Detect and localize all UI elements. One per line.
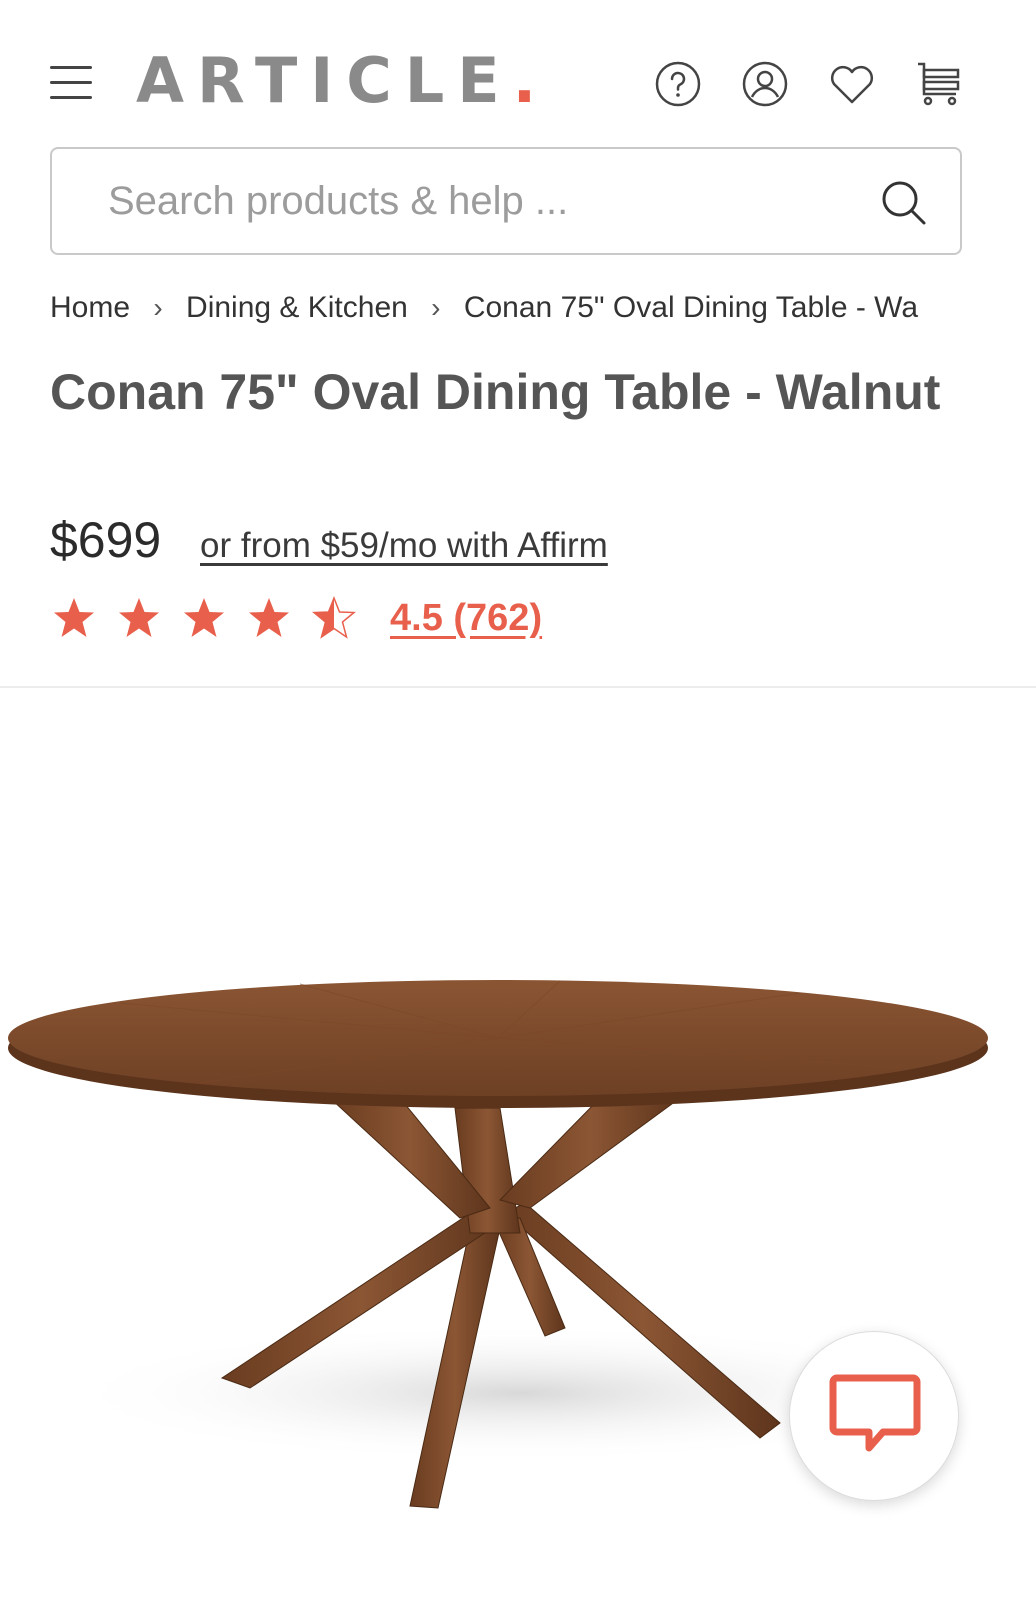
logo-dot: . — [512, 44, 537, 117]
menu-button[interactable] — [48, 62, 94, 102]
star-full-icon — [184, 598, 224, 637]
star-full-icon — [54, 598, 94, 637]
account-icon[interactable] — [741, 60, 789, 108]
chat-button[interactable] — [789, 1331, 959, 1501]
breadcrumb-dining-kitchen[interactable]: Dining & Kitchen — [186, 291, 408, 324]
breadcrumb-current: Conan 75" Oval Dining Table - Wa — [463, 291, 919, 324]
cart-icon[interactable] — [914, 60, 962, 108]
star-full-icon — [249, 598, 289, 637]
search-bar — [50, 147, 962, 255]
product-price: $699 — [50, 512, 162, 568]
star-full-icon — [119, 598, 159, 637]
affirm-financing-link[interactable]: or from $59/mo with Affirm — [200, 524, 608, 568]
menu-icon-bar — [50, 66, 92, 69]
chevron-right-icon: › — [431, 292, 441, 323]
rating-reviews-link[interactable]: 4.5 (762) — [390, 594, 542, 642]
help-icon[interactable] — [654, 60, 702, 108]
site-header: ARTICLE. — [0, 0, 1036, 150]
star-half-icon — [311, 595, 357, 639]
logo-text: ARTICLE — [136, 44, 513, 117]
menu-icon-bar — [50, 81, 92, 84]
chat-bubble-icon — [829, 1374, 921, 1452]
search-icon[interactable] — [880, 179, 928, 227]
heart-icon[interactable] — [828, 60, 876, 108]
search-input[interactable] — [108, 171, 868, 231]
breadcrumb-home[interactable]: Home — [50, 291, 130, 324]
menu-icon-bar — [50, 96, 92, 99]
article-logo[interactable]: ARTICLE. — [136, 48, 536, 114]
chevron-right-icon: › — [153, 292, 163, 323]
product-title: Conan 75" Oval Dining Table - Walnut — [50, 364, 941, 420]
breadcrumb: Home › Dining & Kitchen › Conan 75" Oval Din… — [50, 286, 962, 330]
